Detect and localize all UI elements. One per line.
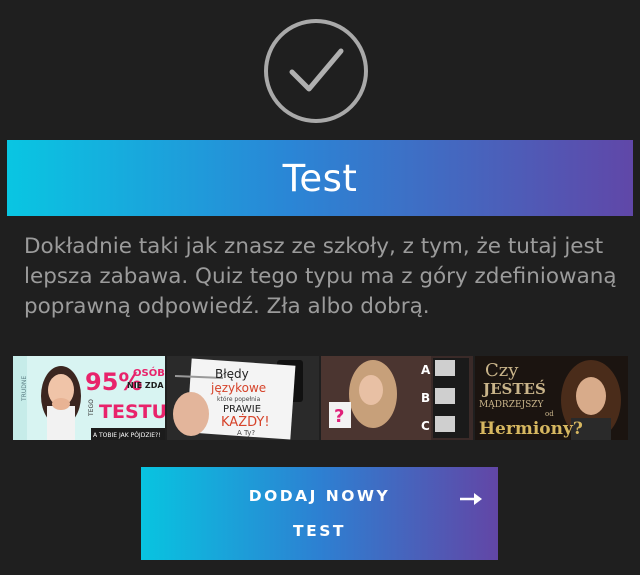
thumb-abc-quiz[interactable]: ? A B C xyxy=(321,356,473,440)
thumb-hermiona[interactable]: Czy JESTEŚ MĄDRZEJSZY od Hermiony? xyxy=(475,356,628,440)
thumb3-c: C xyxy=(421,419,430,433)
add-new-test-label-line2: TEST xyxy=(293,522,346,540)
thumb2-a-ty: A Ty? xyxy=(237,429,255,437)
thumb4-od: od xyxy=(545,410,554,418)
thumb1-caption: A TOBIE JAK PÓJDZIE?! xyxy=(93,432,161,439)
thumb1-trudne: TRUDNE xyxy=(21,376,28,402)
thumb-trudne-95-procent[interactable]: TRUDNE 95% OSÓB NIE ZDA TEGO TESTU! A TO… xyxy=(13,356,165,440)
thumb4-hermiony: Hermiony? xyxy=(479,419,583,439)
thumb2-ktore: które popełnia xyxy=(217,396,261,403)
thumb3-a: A xyxy=(421,363,431,377)
thumb-bledy-jezykowe[interactable]: Błędy językowe które popełnia PRAWIE KAŻ… xyxy=(167,356,319,440)
thumb2-prawie: PRAWIE xyxy=(223,404,261,415)
thumb1-testu: TESTU! xyxy=(99,401,165,423)
thumb4-jestes: JESTEŚ xyxy=(481,380,546,398)
description-text: Dokładnie taki jak znasz ze szkoły, z ty… xyxy=(24,234,617,319)
thumb2-bledy: Błędy xyxy=(215,367,249,381)
thumb1-osob: OSÓB xyxy=(133,366,165,379)
page-title: Test xyxy=(282,156,358,200)
example-thumbnails: TRUDNE 95% OSÓB NIE ZDA TEGO TESTU! A TO… xyxy=(13,356,628,440)
thumb3-question: ? xyxy=(334,406,344,427)
thumb1-tego: TEGO xyxy=(88,399,95,417)
thumb2-kazdy: KAŻDY! xyxy=(221,414,270,430)
thumb2-jezykowe: językowe xyxy=(210,381,266,395)
add-new-test-label-line1: DODAJ NOWY xyxy=(248,487,391,505)
thumb3-b: B xyxy=(421,391,430,405)
thumb4-madrzejszy: MĄDRZEJSZY xyxy=(479,400,545,410)
title-banner: Test xyxy=(7,140,633,216)
arrow-right-icon xyxy=(458,491,484,507)
thumb1-nie-zda: NIE ZDA xyxy=(127,381,164,390)
thumb4-czy: Czy xyxy=(485,360,519,381)
checkmark-circle-icon xyxy=(262,17,370,125)
add-new-test-button[interactable] xyxy=(141,467,498,560)
